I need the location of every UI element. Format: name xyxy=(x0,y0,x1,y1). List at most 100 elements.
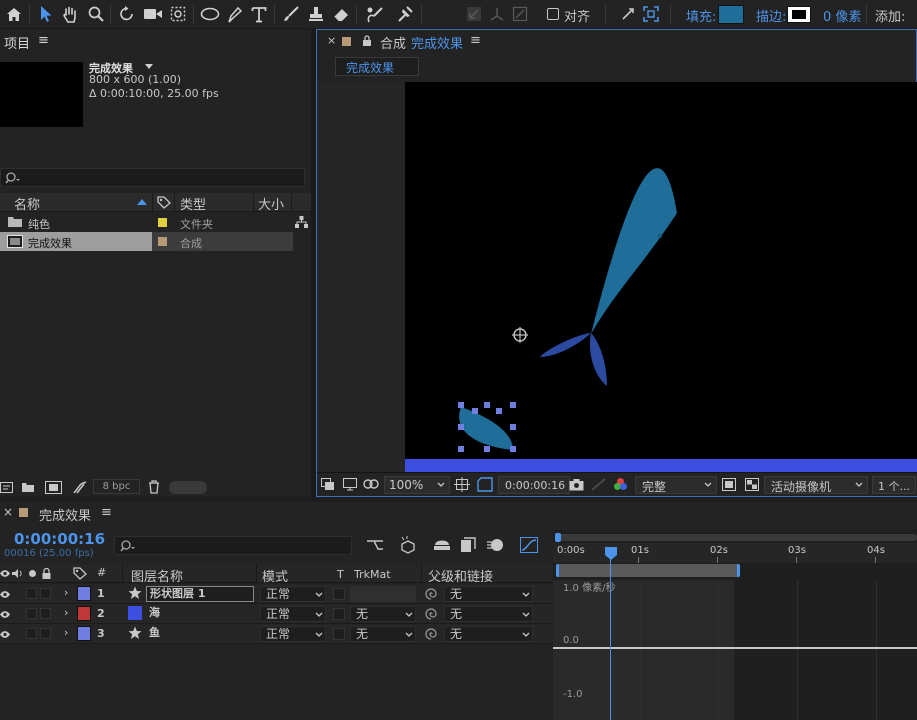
layer-label-swatch[interactable] xyxy=(77,606,91,621)
flowchart-icon[interactable] xyxy=(295,216,308,228)
viewer-comp-name[interactable]: 完成效果 xyxy=(411,33,463,52)
fill-label[interactable]: 填充: xyxy=(686,6,716,25)
preserve-transparency-toggle[interactable] xyxy=(333,588,345,600)
composition-canvas[interactable] xyxy=(405,82,917,472)
timeline-search-input[interactable] xyxy=(114,536,352,555)
layer-row[interactable]: › 1 形状图层 1 正常 无 xyxy=(0,584,553,604)
work-area-bar[interactable] xyxy=(556,564,740,577)
new-composition-icon[interactable] xyxy=(45,481,62,494)
layer-mode-dropdown[interactable]: 正常 xyxy=(260,626,326,642)
expand-arrow-icon[interactable]: › xyxy=(64,626,68,639)
project-panel-title[interactable]: 项目 xyxy=(4,33,30,52)
type-tool-icon[interactable] xyxy=(249,4,269,24)
mask-visibility-icon[interactable] xyxy=(363,478,379,491)
panel-menu-icon[interactable]: ≡ xyxy=(38,33,49,48)
panel-menu-icon[interactable]: ≡ xyxy=(470,33,481,48)
layer-row[interactable]: › 3 鱼 正常 无 无 xyxy=(0,624,553,644)
project-search-input[interactable] xyxy=(0,168,305,187)
frame-blending-icon[interactable] xyxy=(460,537,476,553)
preserve-transparency-toggle[interactable] xyxy=(333,608,345,620)
value-graph-line[interactable] xyxy=(553,647,917,649)
lock-toggle[interactable] xyxy=(40,588,51,599)
world-axis-icon[interactable] xyxy=(487,4,507,24)
camera-dropdown[interactable]: 活动摄像机 xyxy=(764,476,868,494)
zoom-dropdown[interactable]: 100% xyxy=(384,476,450,494)
expand-arrow-icon[interactable]: › xyxy=(64,586,68,599)
current-time-display[interactable]: 0:00:00:16 xyxy=(14,530,105,548)
clone-stamp-tool-icon[interactable] xyxy=(306,4,326,24)
solo-toggle[interactable] xyxy=(26,628,37,639)
rotate-tool-icon[interactable] xyxy=(117,4,137,24)
solo-icon[interactable] xyxy=(29,570,36,577)
label-tag-icon[interactable] xyxy=(157,196,171,209)
shy-layers-icon[interactable] xyxy=(433,537,451,553)
views-dropdown[interactable]: 1 个... xyxy=(872,476,916,494)
trkmat-dropdown[interactable]: 无 xyxy=(350,606,416,622)
project-settings-icon[interactable] xyxy=(72,481,87,494)
sort-ascending-icon[interactable] xyxy=(137,199,147,205)
graph-editor-icon[interactable] xyxy=(520,537,538,553)
viewer-timecode[interactable]: 0:00:00:16 xyxy=(498,476,570,494)
new-folder-icon[interactable] xyxy=(21,482,35,493)
comp-info-dropdown-icon[interactable] xyxy=(145,64,153,69)
pen-tool-icon[interactable] xyxy=(225,4,245,24)
label-tag-icon[interactable] xyxy=(73,567,87,580)
comp-tab[interactable]: 完成效果 xyxy=(335,57,419,76)
motion-blur-icon[interactable] xyxy=(486,537,504,553)
panel-menu-icon[interactable]: ≡ xyxy=(101,505,112,520)
resolution-dropdown[interactable]: 完整 xyxy=(635,476,717,494)
trash-icon[interactable] xyxy=(148,480,160,494)
pick-whip-icon[interactable] xyxy=(425,628,437,640)
brush-tool-icon[interactable] xyxy=(281,4,301,24)
parent-dropdown[interactable]: 无 xyxy=(444,626,533,642)
eraser-tool-icon[interactable] xyxy=(331,4,351,24)
close-icon[interactable]: × xyxy=(3,505,13,519)
video-eye-icon[interactable] xyxy=(0,630,10,639)
project-item-row[interactable]: 纯色 文件夹 xyxy=(0,213,311,232)
playhead-line[interactable] xyxy=(610,558,611,720)
timeline-panel-title[interactable]: 完成效果 xyxy=(39,505,91,524)
layer-label-swatch[interactable] xyxy=(77,626,91,641)
playhead-handle-icon[interactable] xyxy=(605,547,617,560)
pan-behind-tool-icon[interactable] xyxy=(168,4,188,24)
video-eye-icon[interactable] xyxy=(0,569,10,578)
ellipse-tool-icon[interactable] xyxy=(199,4,221,24)
always-preview-icon[interactable] xyxy=(321,478,335,491)
trkmat-dropdown[interactable]: 无 xyxy=(350,626,416,642)
trkmat-column-header[interactable]: TrkMat xyxy=(354,568,391,581)
roto-brush-tool-icon[interactable] xyxy=(363,4,385,24)
layer-name[interactable]: 形状图层 1 xyxy=(146,586,254,602)
show-snapshot-icon[interactable] xyxy=(591,478,606,491)
parent-dropdown[interactable]: 无 xyxy=(444,606,533,622)
type-column-header[interactable]: 类型 xyxy=(180,194,206,213)
layer-label-swatch[interactable] xyxy=(77,586,91,601)
stroke-width-value[interactable]: 0 像素 xyxy=(823,6,861,25)
view-axis-icon[interactable] xyxy=(510,4,530,24)
mode-column-header[interactable]: 模式 xyxy=(262,566,288,585)
layer-name[interactable]: 鱼 xyxy=(146,626,160,640)
snap-to-edges-icon[interactable] xyxy=(641,4,661,24)
camera-tool-icon[interactable] xyxy=(142,4,164,24)
transparency-grid-icon[interactable] xyxy=(745,478,759,491)
local-axis-icon[interactable] xyxy=(464,4,484,24)
monitor-icon[interactable] xyxy=(343,478,357,491)
grid-guides-icon[interactable] xyxy=(454,477,470,492)
layer-name-column-header[interactable]: 图层名称 xyxy=(131,566,183,585)
layer-mode-dropdown[interactable]: 正常 xyxy=(260,586,326,602)
selection-tool-icon[interactable] xyxy=(36,4,56,24)
bit-depth-button[interactable]: 8 bpc xyxy=(93,479,140,494)
lock-toggle[interactable] xyxy=(40,628,51,639)
label-color-swatch[interactable] xyxy=(158,237,167,246)
add-label[interactable]: 添加: xyxy=(875,6,905,25)
interpret-footage-icon[interactable] xyxy=(0,482,13,493)
video-eye-icon[interactable] xyxy=(0,610,10,619)
video-eye-icon[interactable] xyxy=(0,590,10,599)
comp-mini-flowchart-icon[interactable] xyxy=(366,538,384,552)
preserve-transparency-toggle[interactable] xyxy=(333,628,345,640)
draft-3d-icon[interactable] xyxy=(399,536,417,554)
expand-arrow-icon[interactable]: › xyxy=(64,606,68,619)
layer-row[interactable]: › 2 海 正常 无 无 xyxy=(0,604,553,624)
region-of-interest-icon[interactable] xyxy=(477,477,493,492)
viewer-panel-label[interactable]: 合成 xyxy=(380,33,406,52)
hand-tool-icon[interactable] xyxy=(60,4,80,24)
